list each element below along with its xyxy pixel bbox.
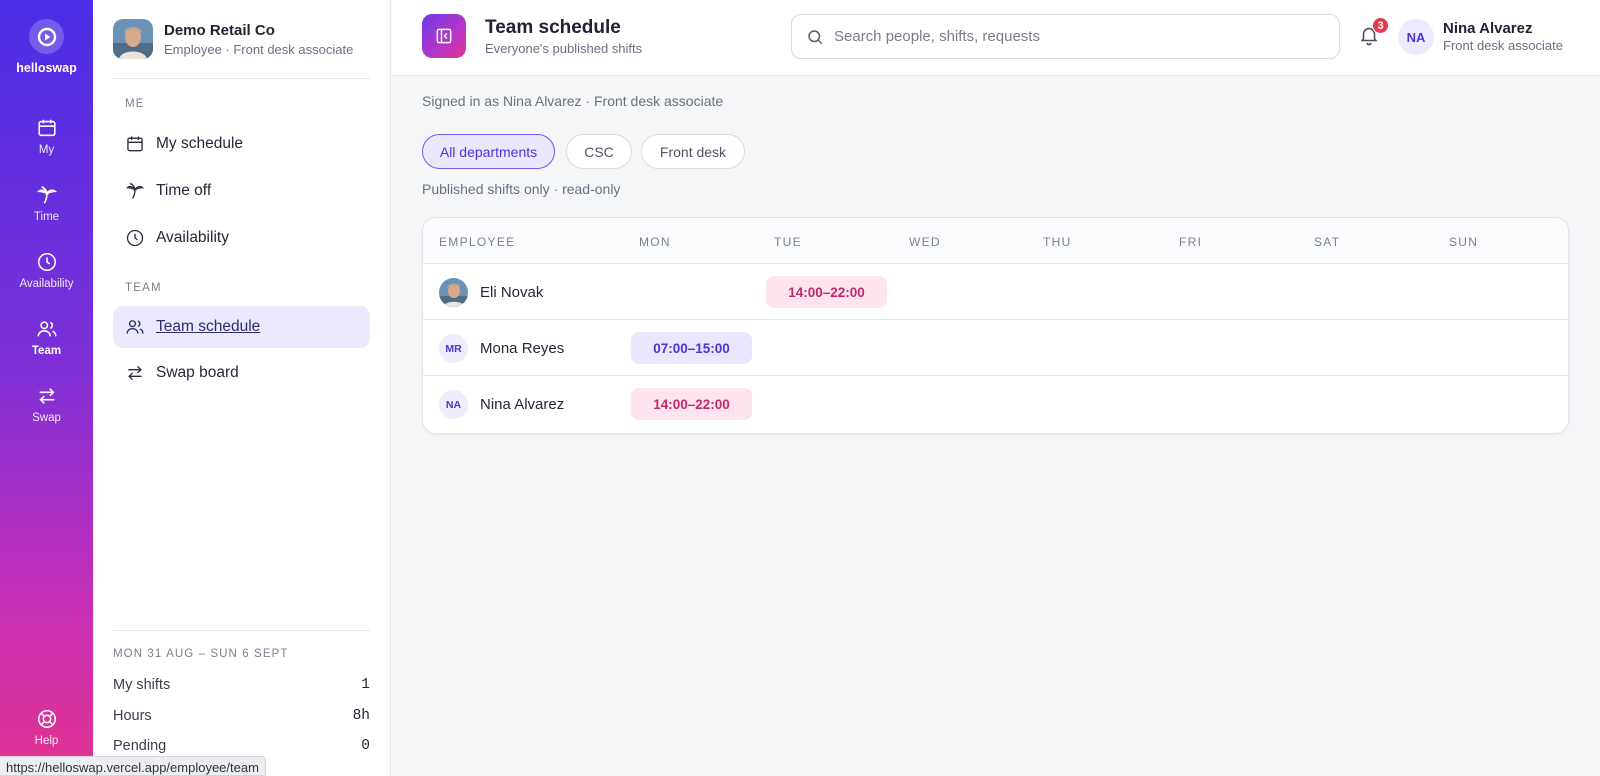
read-only-note: Published shifts only · read-only <box>422 181 621 197</box>
filter-csc[interactable]: CSC <box>566 134 632 169</box>
page-subtitle: Everyone's published shifts <box>485 41 643 56</box>
sidebar-item-swap-board[interactable]: Swap board <box>113 352 370 394</box>
swap-arrows-icon <box>38 388 55 404</box>
rail-item-time[interactable]: Time <box>0 184 93 240</box>
notification-count-badge: 3 <box>1372 17 1389 34</box>
signed-in-text: Signed in as Nina Alvarez · Front desk a… <box>422 93 724 109</box>
palm-tree-icon <box>36 186 57 204</box>
calendar-icon <box>37 119 56 137</box>
stat-label: My shifts <box>113 677 171 693</box>
search-input[interactable] <box>834 28 1314 45</box>
column-header-mon: MON <box>639 235 671 249</box>
column-header-sun: SUN <box>1449 235 1479 249</box>
rail-item-label: Help <box>34 735 59 747</box>
divider <box>113 630 370 631</box>
sidebar-item-label: Availability <box>156 229 229 246</box>
avatar: NA <box>439 390 468 419</box>
filter-all-departments[interactable]: All departments <box>422 134 555 169</box>
employee-cell: MR Mona Reyes <box>439 334 564 363</box>
rail-item-team[interactable]: Team <box>0 318 93 374</box>
stat-pending: Pending 0 <box>113 738 370 754</box>
rail-item-my[interactable]: My <box>0 117 93 173</box>
employee-cell: NA Nina Alvarez <box>439 390 564 419</box>
org-switcher[interactable]: Demo Retail Co Employee · Front desk ass… <box>113 19 353 59</box>
status-bar-url: https://helloswap.vercel.app/employee/te… <box>0 756 266 776</box>
avatar <box>439 278 468 307</box>
sidebar-item-team-schedule[interactable]: Team schedule <box>113 306 370 348</box>
page-title: Team schedule <box>485 17 621 38</box>
column-header-wed: WED <box>909 235 941 249</box>
sidebar: Demo Retail Co Employee · Front desk ass… <box>93 0 391 776</box>
rail-item-label: Availability <box>19 278 74 290</box>
column-header-tue: TUE <box>774 235 802 249</box>
search-icon <box>808 29 823 44</box>
column-header-thu: THU <box>1043 235 1072 249</box>
column-header-employee: EMPLOYEE <box>439 235 516 249</box>
app-rail: helloswap My Time Availability Team Swap… <box>0 0 93 776</box>
table-row[interactable]: MR Mona Reyes 07:00–15:00 <box>423 320 1568 376</box>
table-row[interactable]: Eli Novak 14:00–22:00 <box>423 264 1568 320</box>
lifebuoy-icon <box>37 709 56 729</box>
sidebar-item-label: Team schedule <box>156 318 261 335</box>
brand-name: helloswap <box>16 61 77 75</box>
org-role: Employee · Front desk associate <box>164 41 354 57</box>
stat-label: Pending <box>113 738 167 754</box>
filter-front-desk[interactable]: Front desk <box>641 134 745 169</box>
rail-item-availability[interactable]: Availability <box>0 251 93 307</box>
rail-item-label: My <box>38 144 55 156</box>
sidebar-item-my-schedule[interactable]: My schedule <box>113 123 370 165</box>
section-label-me: ME <box>125 98 145 110</box>
user-role: Front desk associate <box>1443 38 1563 53</box>
schedule-table: EMPLOYEE MON TUE WED THU FRI SAT SUN Eli… <box>422 217 1569 434</box>
search-box[interactable] <box>791 14 1340 59</box>
collapse-sidebar-button[interactable] <box>422 14 466 58</box>
users-icon <box>37 321 56 337</box>
rail-item-label: Team <box>31 345 62 357</box>
sidebar-item-label: Swap board <box>156 364 239 381</box>
rail-item-label: Swap <box>32 412 61 424</box>
employee-cell: Eli Novak <box>439 278 543 307</box>
stat-hours: Hours 8h <box>113 708 370 724</box>
shift-chip[interactable]: 07:00–15:00 <box>631 332 752 364</box>
sidebar-item-label: Time off <box>156 182 212 199</box>
rail-item-label: Time <box>33 211 60 223</box>
shift-chip[interactable]: 14:00–22:00 <box>766 276 887 308</box>
user-name[interactable]: Nina Alvarez <box>1443 20 1532 37</box>
stat-my-shifts: My shifts 1 <box>113 677 370 693</box>
helloswap-logo-icon[interactable] <box>29 19 64 54</box>
divider <box>113 78 370 79</box>
clock-icon <box>126 229 144 247</box>
sidebar-collapse-icon <box>436 28 452 44</box>
avatar: MR <box>439 334 468 363</box>
users-icon <box>126 320 144 334</box>
user-avatar[interactable]: NA <box>1398 19 1434 55</box>
palm-tree-icon <box>125 182 145 199</box>
shift-chip[interactable]: 14:00–22:00 <box>631 388 752 420</box>
stat-value: 0 <box>361 738 370 754</box>
notifications-button[interactable]: 3 <box>1358 17 1389 48</box>
column-header-sat: SAT <box>1314 235 1341 249</box>
employee-name: Eli Novak <box>480 284 544 301</box>
table-header: EMPLOYEE MON TUE WED THU FRI SAT SUN <box>423 218 1568 264</box>
stat-value: 8h <box>352 708 370 724</box>
column-header-fri: FRI <box>1179 235 1203 249</box>
org-avatar <box>113 19 153 59</box>
stat-label: Hours <box>113 708 152 724</box>
calendar-icon <box>127 136 143 152</box>
stat-value: 1 <box>361 677 370 693</box>
sidebar-item-label: My schedule <box>156 135 244 152</box>
top-bar: Team schedule Everyone's published shift… <box>392 0 1600 76</box>
employee-name: Mona Reyes <box>480 340 565 357</box>
week-range: MON 31 AUG – SUN 6 SEPT <box>113 648 289 660</box>
clock-icon <box>37 252 56 272</box>
table-row[interactable]: NA Nina Alvarez 14:00–22:00 <box>423 376 1568 432</box>
rail-item-swap[interactable]: Swap <box>0 385 93 441</box>
swap-arrows-icon <box>128 365 142 381</box>
sidebar-item-availability[interactable]: Availability <box>113 217 370 259</box>
sidebar-item-time-off[interactable]: Time off <box>113 170 370 212</box>
section-label-team: TEAM <box>125 282 162 294</box>
org-name: Demo Retail Co <box>164 21 275 39</box>
employee-name: Nina Alvarez <box>480 396 565 413</box>
